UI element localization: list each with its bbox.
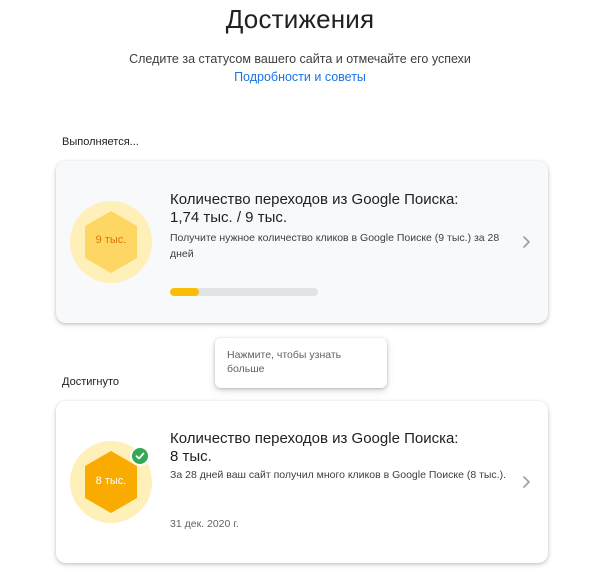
- achievement-title-line2: 1,74 тыс. / 9 тыс.: [170, 209, 288, 226]
- achievement-title-line2: 8 тыс.: [170, 448, 212, 465]
- in-progress-section-label: Выполняется...: [62, 136, 139, 148]
- chevron-right-icon[interactable]: [522, 235, 532, 249]
- page-subtitle: Следите за статусом вашего сайта и отмеч…: [129, 52, 471, 66]
- achievement-description: За 28 дней ваш сайт получил много кликов…: [170, 469, 507, 481]
- chevron-right-icon[interactable]: [522, 475, 532, 489]
- achievement-badge-icon: 9 тыс.: [70, 201, 152, 283]
- tooltip: Нажмите, чтобы узнать больше: [215, 338, 387, 388]
- checkmark-icon: [130, 446, 150, 466]
- badge-label: 8 тыс.: [95, 475, 127, 487]
- achievement-title: Количество переходов из Google Поиска: 8…: [170, 430, 500, 466]
- details-and-tips-link[interactable]: Подробности и советы: [0, 70, 600, 84]
- badge-label: 9 тыс.: [95, 234, 127, 246]
- achieved-achievement-card[interactable]: 8 тыс. Количество переходов из Google По…: [56, 401, 548, 563]
- achieved-section-label: Достигнуто: [62, 376, 119, 388]
- achievement-progress-fill: [170, 288, 199, 296]
- achievement-date: 31 дек. 2020 г.: [170, 518, 239, 530]
- achievement-title-line1: Количество переходов из Google Поиска:: [170, 191, 459, 208]
- achievement-description: Получите нужное количество кликов в Goog…: [170, 232, 500, 260]
- in-progress-achievement-card[interactable]: 9 тыс. Количество переходов из Google По…: [56, 161, 548, 323]
- page-title: Достижения: [225, 4, 375, 34]
- achievement-progress-bar: [170, 288, 318, 296]
- achievement-title-line1: Количество переходов из Google Поиска:: [170, 430, 459, 447]
- achievement-title: Количество переходов из Google Поиска: 1…: [170, 191, 500, 227]
